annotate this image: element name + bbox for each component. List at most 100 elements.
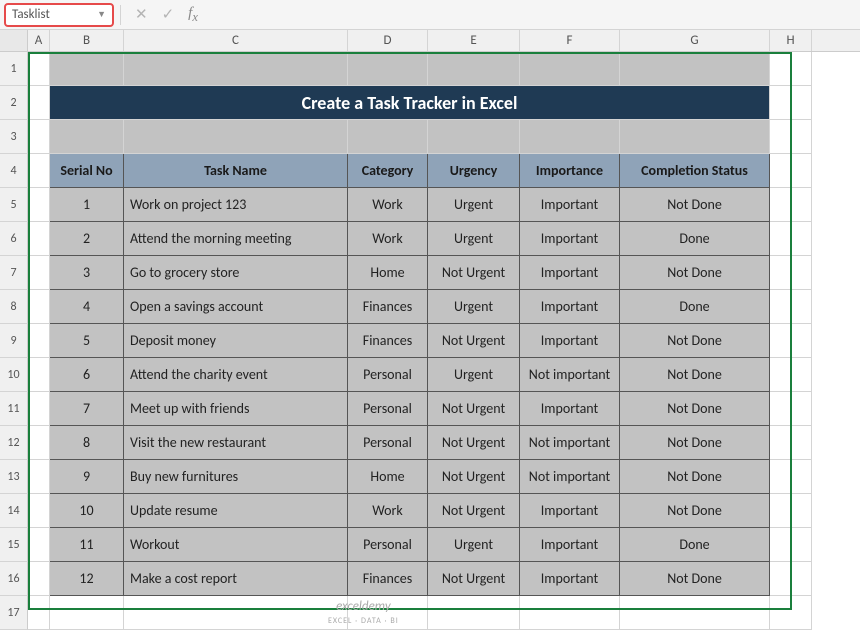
cell-grid[interactable]: exceldemy EXCEL · DATA · BI Create a Tas… bbox=[28, 52, 860, 630]
cell[interactable]: Not Urgent bbox=[428, 562, 520, 596]
cell[interactable]: Attend the morning meeting bbox=[124, 222, 348, 256]
cell[interactable]: Urgent bbox=[428, 528, 520, 562]
cell[interactable] bbox=[770, 120, 812, 154]
cell[interactable] bbox=[770, 528, 812, 562]
cell[interactable] bbox=[28, 188, 50, 222]
cell[interactable] bbox=[28, 392, 50, 426]
cell[interactable]: Finances bbox=[348, 562, 428, 596]
cell[interactable]: Important bbox=[520, 324, 620, 358]
col-header-C[interactable]: C bbox=[124, 30, 348, 51]
cell[interactable] bbox=[770, 154, 812, 188]
fx-icon[interactable]: fx bbox=[188, 5, 198, 25]
row-header-6[interactable]: 6 bbox=[0, 222, 28, 256]
cell[interactable]: Not Done bbox=[620, 562, 770, 596]
cell[interactable] bbox=[770, 596, 812, 630]
cell[interactable]: Finances bbox=[348, 324, 428, 358]
cell[interactable] bbox=[50, 52, 124, 86]
cell[interactable]: 3 bbox=[50, 256, 124, 290]
cell[interactable] bbox=[770, 392, 812, 426]
col-header-E[interactable]: E bbox=[428, 30, 520, 51]
cell[interactable] bbox=[770, 290, 812, 324]
cell[interactable]: Important bbox=[520, 290, 620, 324]
cell[interactable] bbox=[124, 120, 348, 154]
cell[interactable]: Visit the new restaurant bbox=[124, 426, 348, 460]
cell[interactable]: Done bbox=[620, 528, 770, 562]
cell[interactable] bbox=[124, 52, 348, 86]
col-header-B[interactable]: B bbox=[50, 30, 124, 51]
cell[interactable] bbox=[770, 52, 812, 86]
header-urgency[interactable]: Urgency bbox=[428, 154, 520, 188]
cell[interactable] bbox=[124, 596, 348, 630]
cell[interactable] bbox=[428, 52, 520, 86]
cell[interactable] bbox=[348, 120, 428, 154]
header-completion-status[interactable]: Completion Status bbox=[620, 154, 770, 188]
cell[interactable]: Personal bbox=[348, 392, 428, 426]
col-header-F[interactable]: F bbox=[520, 30, 620, 51]
cell[interactable]: Urgent bbox=[428, 222, 520, 256]
row-header-12[interactable]: 12 bbox=[0, 426, 28, 460]
cell[interactable] bbox=[770, 324, 812, 358]
header-importance[interactable]: Importance bbox=[520, 154, 620, 188]
cell[interactable]: Not Done bbox=[620, 324, 770, 358]
cell[interactable]: Not Urgent bbox=[428, 460, 520, 494]
cell[interactable] bbox=[770, 562, 812, 596]
cell[interactable]: Urgent bbox=[428, 290, 520, 324]
cell[interactable]: Not important bbox=[520, 358, 620, 392]
cell[interactable]: Make a cost report bbox=[124, 562, 348, 596]
row-header-16[interactable]: 16 bbox=[0, 562, 28, 596]
cell[interactable]: 4 bbox=[50, 290, 124, 324]
cell[interactable]: 1 bbox=[50, 188, 124, 222]
cell[interactable] bbox=[28, 528, 50, 562]
cell[interactable] bbox=[770, 426, 812, 460]
cell[interactable] bbox=[770, 256, 812, 290]
cell[interactable] bbox=[28, 86, 50, 120]
cell[interactable] bbox=[50, 120, 124, 154]
cell[interactable]: Important bbox=[520, 528, 620, 562]
row-header-10[interactable]: 10 bbox=[0, 358, 28, 392]
col-header-A[interactable]: A bbox=[28, 30, 50, 51]
row-header-4[interactable]: 4 bbox=[0, 154, 28, 188]
cell[interactable]: Open a savings account bbox=[124, 290, 348, 324]
cell[interactable] bbox=[28, 52, 50, 86]
row-header-11[interactable]: 11 bbox=[0, 392, 28, 426]
cell[interactable] bbox=[28, 290, 50, 324]
cell[interactable]: Work on project 123 bbox=[124, 188, 348, 222]
cell[interactable] bbox=[28, 222, 50, 256]
col-header-G[interactable]: G bbox=[620, 30, 770, 51]
cell[interactable]: Important bbox=[520, 562, 620, 596]
cell[interactable]: Deposit money bbox=[124, 324, 348, 358]
cell[interactable] bbox=[28, 426, 50, 460]
cell[interactable]: Work bbox=[348, 222, 428, 256]
cell[interactable]: Go to grocery store bbox=[124, 256, 348, 290]
cell[interactable] bbox=[28, 494, 50, 528]
cell[interactable] bbox=[428, 120, 520, 154]
cell[interactable]: Not Done bbox=[620, 460, 770, 494]
cell[interactable]: Not Done bbox=[620, 426, 770, 460]
cell[interactable] bbox=[770, 358, 812, 392]
cell[interactable] bbox=[28, 460, 50, 494]
cell[interactable]: 7 bbox=[50, 392, 124, 426]
cell[interactable]: 8 bbox=[50, 426, 124, 460]
cell[interactable]: Update resume bbox=[124, 494, 348, 528]
row-header-1[interactable]: 1 bbox=[0, 52, 28, 86]
cell[interactable]: Not important bbox=[520, 426, 620, 460]
cell[interactable]: Important bbox=[520, 188, 620, 222]
cell[interactable]: Personal bbox=[348, 528, 428, 562]
cell[interactable]: Done bbox=[620, 290, 770, 324]
row-header-7[interactable]: 7 bbox=[0, 256, 28, 290]
cell[interactable]: Important bbox=[520, 494, 620, 528]
col-header-D[interactable]: D bbox=[348, 30, 428, 51]
cell[interactable]: Personal bbox=[348, 426, 428, 460]
cell[interactable]: Not Urgent bbox=[428, 392, 520, 426]
cell[interactable]: Not Done bbox=[620, 188, 770, 222]
confirm-icon[interactable]: ✓ bbox=[162, 5, 175, 24]
header-serial-no[interactable]: Serial No bbox=[50, 154, 124, 188]
cell[interactable]: Home bbox=[348, 460, 428, 494]
cell[interactable] bbox=[50, 596, 124, 630]
header-task-name[interactable]: Task Name bbox=[124, 154, 348, 188]
cell[interactable] bbox=[770, 222, 812, 256]
row-header-8[interactable]: 8 bbox=[0, 290, 28, 324]
cell[interactable]: Not Urgent bbox=[428, 426, 520, 460]
cell[interactable]: Done bbox=[620, 222, 770, 256]
cell[interactable]: Not Urgent bbox=[428, 324, 520, 358]
